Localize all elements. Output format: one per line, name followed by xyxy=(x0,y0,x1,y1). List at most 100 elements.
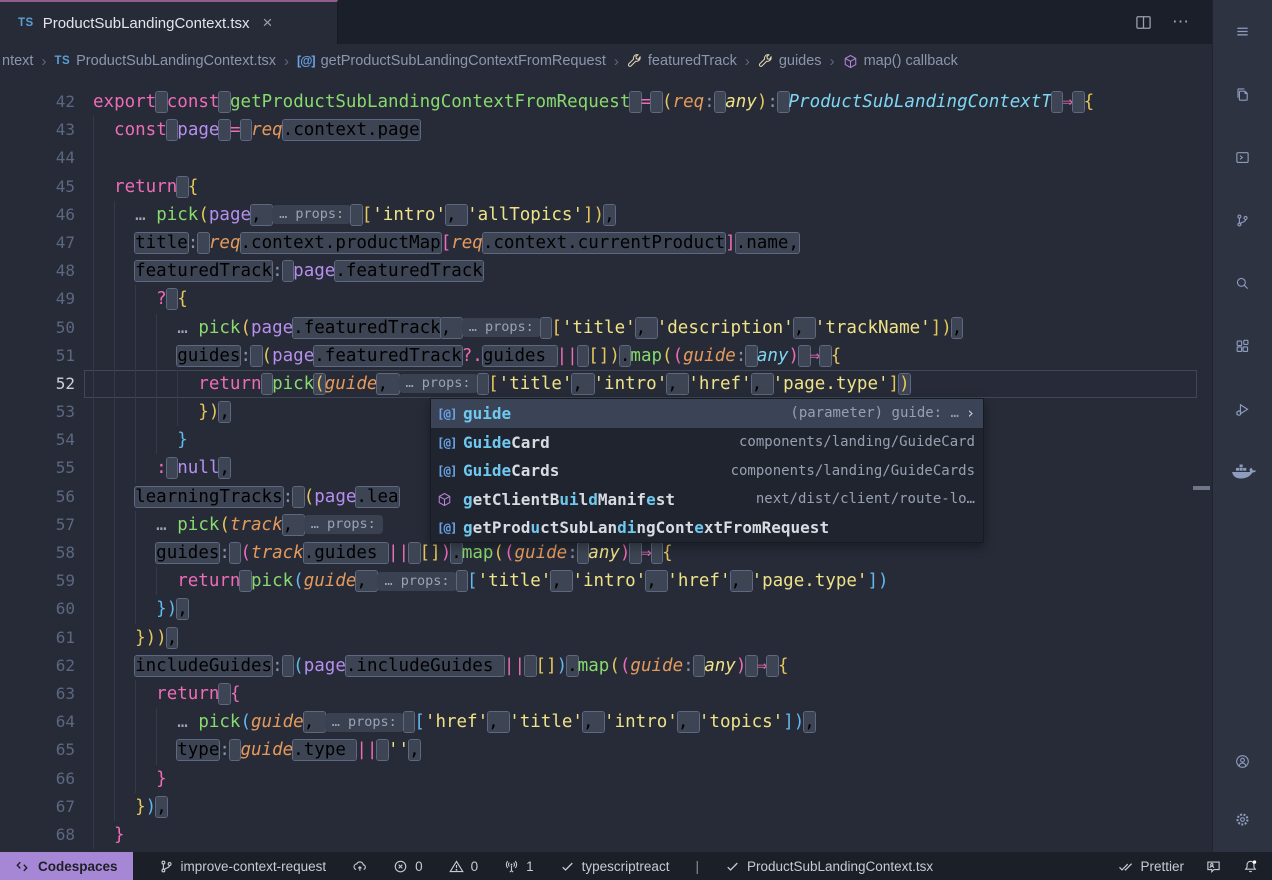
code-line[interactable]: 58guides: (track.guides || []).map((guid… xyxy=(0,539,1212,567)
source-control-icon[interactable] xyxy=(1224,201,1262,239)
line-number[interactable]: 53 xyxy=(0,398,75,426)
status-feedback[interactable] xyxy=(1206,859,1221,874)
code-line[interactable]: 67}), xyxy=(0,793,1212,821)
status-warning[interactable]: 0 xyxy=(449,859,479,874)
code-token: return xyxy=(156,684,219,704)
breadcrumb-item[interactable]: map() callback xyxy=(843,53,958,69)
code-line[interactable]: 49? { xyxy=(0,285,1212,313)
code-line[interactable]: 43const page = req.context.page xyxy=(0,116,1212,144)
close-tab-icon[interactable]: × xyxy=(263,13,273,33)
suggest-item[interactable]: [@]GuideCardcomponents/landing/GuideCard xyxy=(431,428,983,457)
status-cloud-upload[interactable] xyxy=(352,859,367,874)
line-number[interactable]: 46 xyxy=(0,201,75,229)
status-bell-dot[interactable] xyxy=(1243,859,1258,874)
line-number[interactable]: 57 xyxy=(0,511,75,539)
status-error[interactable]: 0 xyxy=(393,859,423,874)
code-line[interactable]: 52return pick(guide, … props: ['title', … xyxy=(0,370,1212,398)
code-line[interactable]: 66} xyxy=(0,765,1212,793)
status-double-check[interactable]: Prettier xyxy=(1118,859,1184,874)
line-number[interactable]: 61 xyxy=(0,624,75,652)
suggest-item[interactable]: [@]guide(parameter) guide: …› xyxy=(431,399,983,428)
account-icon[interactable] xyxy=(1224,742,1262,780)
code-line[interactable]: 44 xyxy=(0,144,1212,172)
menu-icon[interactable] xyxy=(1224,12,1262,50)
code-line[interactable]: 59return pick(guide, … props: ['title', … xyxy=(0,567,1212,595)
code-token xyxy=(351,205,362,225)
at-icon: [@] xyxy=(437,463,463,478)
line-number[interactable]: 67 xyxy=(0,793,75,821)
code-line[interactable]: 48featuredTrack: page.featuredTrack xyxy=(0,257,1212,285)
run-debug-icon[interactable] xyxy=(1224,390,1262,428)
explorer-icon[interactable] xyxy=(1224,75,1262,113)
code-token: ( xyxy=(293,656,304,676)
line-number[interactable]: 65 xyxy=(0,736,75,764)
code-token xyxy=(230,543,241,563)
status-remote[interactable]: Codespaces xyxy=(0,852,133,880)
breadcrumb-item[interactable]: TSProductSubLandingContext.tsx xyxy=(54,53,276,69)
line-number[interactable]: 63 xyxy=(0,680,75,708)
line-number[interactable]: 42 xyxy=(0,88,75,116)
status-branch[interactable]: improve-context-request xyxy=(159,859,327,874)
line-number[interactable]: 55 xyxy=(0,454,75,482)
status-check[interactable]: ProductSubLandingContext.tsx xyxy=(725,859,933,874)
code-line[interactable]: 63return { xyxy=(0,680,1212,708)
code-token: pick xyxy=(198,318,240,338)
code-token xyxy=(1052,92,1063,112)
code-line[interactable]: 61})), xyxy=(0,624,1212,652)
code-line[interactable]: 60}), xyxy=(0,595,1212,623)
status-check[interactable]: typescriptreact xyxy=(560,859,670,874)
line-number[interactable]: 43 xyxy=(0,116,75,144)
search-icon[interactable] xyxy=(1224,264,1262,302)
code-token xyxy=(262,374,273,394)
code-line[interactable]: 50… pick(page.featuredTrack, … props: ['… xyxy=(0,314,1212,342)
code-token: [] xyxy=(588,346,609,366)
breadcrumb-item[interactable]: ntext xyxy=(2,53,33,69)
terminal-icon[interactable] xyxy=(1224,138,1262,176)
code-line[interactable]: 42export const getProductSubLandingConte… xyxy=(0,88,1212,116)
suggest-item[interactable]: getClientBuildManifestnext/dist/client/r… xyxy=(431,485,983,514)
line-number[interactable]: 47 xyxy=(0,229,75,257)
settings-icon[interactable] xyxy=(1224,800,1262,838)
code-token: req xyxy=(209,233,241,253)
suggest-item[interactable]: [@]GuideCardscomponents/landing/GuideCar… xyxy=(431,456,983,485)
code-line[interactable]: 64… pick(guide, … props: ['href', 'title… xyxy=(0,708,1212,736)
suggest-item[interactable]: [@]getProductSubLandingContextFromReques… xyxy=(431,514,983,543)
code-token: . xyxy=(451,543,462,563)
code-line[interactable]: 65type: guide.type || '', xyxy=(0,736,1212,764)
line-number[interactable]: 48 xyxy=(0,257,75,285)
line-number[interactable]: 66 xyxy=(0,765,75,793)
code-line[interactable]: 47title: req.context.productMap[req.cont… xyxy=(0,229,1212,257)
line-number[interactable]: 44 xyxy=(0,144,75,172)
line-number[interactable]: 64 xyxy=(0,708,75,736)
line-number[interactable]: 62 xyxy=(0,652,75,680)
code-line[interactable]: 45return { xyxy=(0,173,1212,201)
code-editor[interactable]: 42export const getProductSubLandingConte… xyxy=(0,78,1212,852)
code-line[interactable]: 68} xyxy=(0,821,1212,849)
breadcrumb-item[interactable]: guides xyxy=(758,53,822,69)
status-broadcast[interactable]: 1 xyxy=(504,859,534,874)
suggest-expand-icon[interactable]: › xyxy=(966,404,975,422)
line-number[interactable]: 56 xyxy=(0,483,75,511)
code-token: 'href' xyxy=(667,571,730,591)
line-number[interactable]: 50 xyxy=(0,314,75,342)
split-editor-icon[interactable] xyxy=(1135,14,1152,31)
more-actions-icon[interactable]: ⋯ xyxy=(1172,12,1190,32)
code-line[interactable]: 51guides: (page.featuredTrack?.guides ||… xyxy=(0,342,1212,370)
line-number[interactable]: 68 xyxy=(0,821,75,849)
line-number[interactable]: 60 xyxy=(0,595,75,623)
tab-product-sub-landing-context[interactable]: TS ProductSubLandingContext.tsx × xyxy=(0,0,338,44)
extensions-icon[interactable] xyxy=(1224,327,1262,365)
line-number[interactable]: 51 xyxy=(0,342,75,370)
line-number[interactable]: 52 xyxy=(0,370,75,398)
line-number[interactable]: 45 xyxy=(0,173,75,201)
code-line[interactable]: 62includeGuides: (page.includeGuides || … xyxy=(0,652,1212,680)
code-token: map xyxy=(462,543,494,563)
code-line[interactable]: 46… pick(page, … props: ['intro', 'allTo… xyxy=(0,201,1212,229)
line-number[interactable]: 59 xyxy=(0,567,75,595)
line-number[interactable]: 58 xyxy=(0,539,75,567)
breadcrumb-item[interactable]: featuredTrack xyxy=(627,53,737,69)
breadcrumb-item[interactable]: [@]getProductSubLandingContextFromReques… xyxy=(297,53,606,69)
docker-icon[interactable] xyxy=(1224,453,1262,491)
line-number[interactable]: 49 xyxy=(0,285,75,313)
line-number[interactable]: 54 xyxy=(0,426,75,454)
